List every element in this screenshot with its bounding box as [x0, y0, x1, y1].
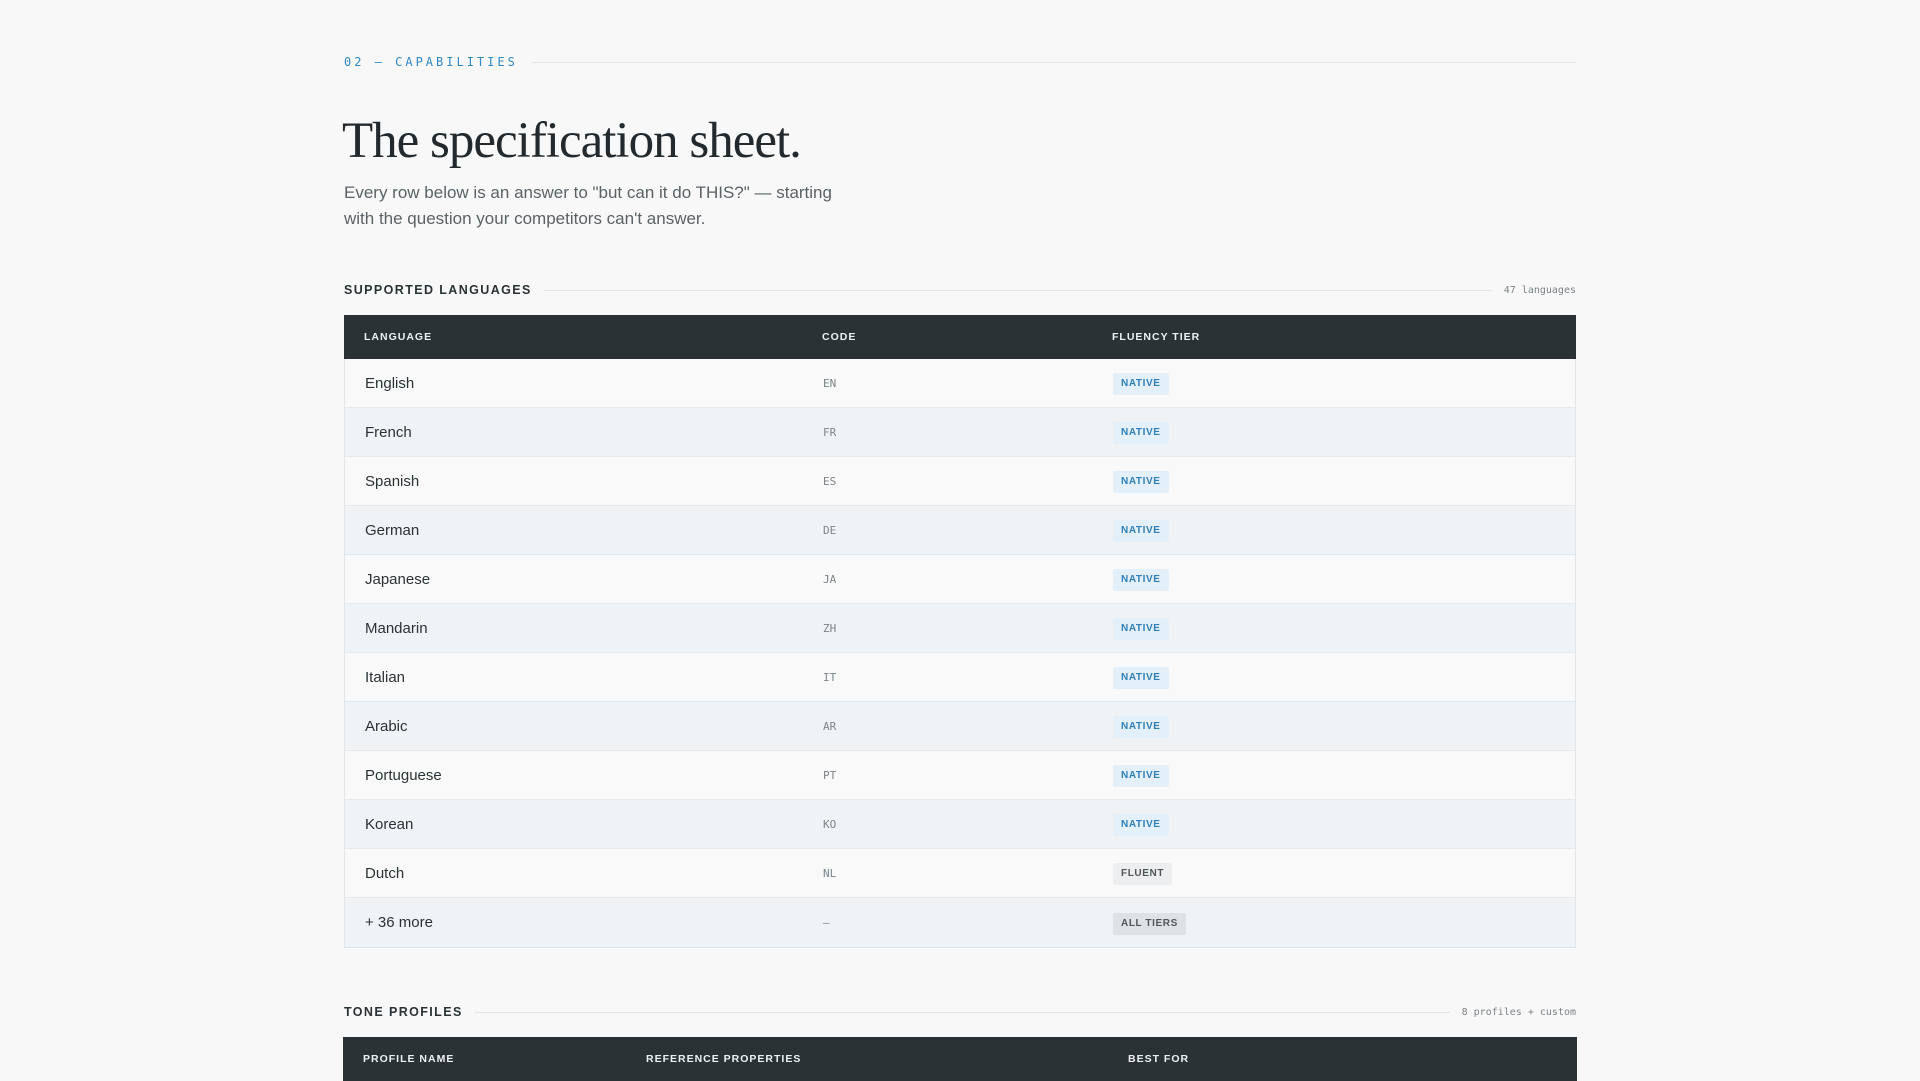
- fluency-tier-badge: NATIVE: [1113, 422, 1169, 444]
- table-row: Korean KO NATIVE: [345, 800, 1575, 849]
- column-header-fluency-tier: FLUENCY TIER: [1112, 331, 1201, 343]
- fluency-tier-badge: NATIVE: [1113, 520, 1169, 542]
- table-row: French FR NATIVE: [345, 408, 1575, 457]
- fluency-tier-cell: NATIVE: [1113, 763, 1169, 787]
- fluency-tier-cell: NATIVE: [1113, 665, 1169, 689]
- table-row: Portuguese PT NATIVE: [345, 751, 1575, 800]
- table-row: Mandarin ZH NATIVE: [345, 604, 1575, 653]
- languages-table: LANGUAGE CODE FLUENCY TIER English EN NATI…: [344, 315, 1576, 948]
- fluency-tier-badge: FLUENT: [1113, 863, 1173, 885]
- fluency-tier-badge: NATIVE: [1113, 569, 1169, 591]
- column-header-code: CODE: [822, 331, 857, 343]
- fluency-tier-badge: NATIVE: [1113, 618, 1169, 640]
- tones-count: 8 profiles + custom: [1461, 1006, 1576, 1018]
- language-name: Portuguese: [365, 766, 442, 784]
- table-row: Italian IT NATIVE: [345, 653, 1575, 702]
- language-code: NL: [823, 866, 837, 880]
- language-code: AR: [823, 719, 837, 733]
- languages-table-header: LANGUAGE CODE FLUENCY TIER: [344, 315, 1576, 359]
- fluency-tier-cell: NATIVE: [1113, 567, 1169, 591]
- column-header-profile-name: PROFILE NAME: [363, 1053, 455, 1065]
- page-lede: Every row below is an answer to "but can…: [344, 183, 832, 228]
- section-eyebrow: 02 — CAPABILITIES: [344, 55, 518, 69]
- language-code: IT: [823, 670, 837, 684]
- column-header-best-for: BEST FOR: [1128, 1053, 1190, 1065]
- language-code: ES: [823, 474, 837, 488]
- fluency-tier-cell: FLUENT: [1113, 861, 1173, 885]
- fluency-tier-badge: NATIVE: [1113, 667, 1169, 689]
- language-code: JA: [823, 572, 837, 586]
- languages-table-body: English EN NATIVE French FR NATIVE Spanish ES NA…: [345, 359, 1575, 947]
- fluency-tier-cell: NATIVE: [1113, 714, 1169, 738]
- language-code: ZH: [823, 621, 837, 635]
- language-name: German: [365, 521, 420, 539]
- fluency-tier-badge: NATIVE: [1113, 373, 1169, 395]
- table-row: + 36 more — ALL TIERS: [345, 898, 1575, 947]
- tones-section-header: TONE PROFILES 8 profiles + custom: [344, 1002, 1576, 1022]
- fluency-tier-badge: NATIVE: [1113, 814, 1169, 836]
- language-name: + 36 more: [365, 914, 433, 931]
- fluency-tier-badge: NATIVE: [1113, 471, 1169, 493]
- fluency-tier-cell: NATIVE: [1113, 469, 1169, 493]
- language-name: Japanese: [365, 570, 431, 588]
- language-name: Mandarin: [365, 619, 428, 637]
- fluency-tier-cell: ALL TIERS: [1113, 911, 1186, 935]
- fluency-tier-cell: NATIVE: [1113, 371, 1169, 395]
- fluency-tier-cell: NATIVE: [1113, 616, 1169, 640]
- table-row: Dutch NL FLUENT: [345, 849, 1575, 898]
- page-title: The specification sheet.: [342, 113, 802, 169]
- fluency-tier-badge: NATIVE: [1113, 765, 1169, 787]
- language-name: English: [365, 374, 415, 392]
- fluency-tier-badge: NATIVE: [1113, 716, 1169, 738]
- languages-section-divider: [543, 289, 1492, 291]
- language-name: Dutch: [365, 864, 405, 882]
- language-name: Italian: [365, 668, 406, 686]
- table-row: Arabic AR NATIVE: [345, 702, 1575, 751]
- tones-table: PROFILE NAME REFERENCE PROPERTIES BEST F…: [343, 1037, 1577, 1081]
- column-header-reference-properties: REFERENCE PROPERTIES: [646, 1053, 802, 1065]
- language-code: FR: [823, 425, 837, 439]
- table-row: Japanese JA NATIVE: [345, 555, 1575, 604]
- table-row: English EN NATIVE: [345, 359, 1575, 408]
- language-code: KO: [823, 817, 837, 831]
- language-name: Korean: [365, 815, 414, 833]
- language-code: PT: [823, 768, 837, 782]
- fluency-tier-cell: NATIVE: [1113, 420, 1169, 444]
- tones-section-label: TONE PROFILES: [344, 1005, 463, 1019]
- tones-section-divider: [474, 1011, 1450, 1013]
- language-name: French: [365, 423, 412, 441]
- eyebrow-divider: [531, 61, 1576, 63]
- fluency-tier-badge: ALL TIERS: [1113, 912, 1186, 935]
- section-eyebrow-row: 02 — CAPABILITIES: [344, 52, 1576, 72]
- language-code: —: [823, 916, 830, 929]
- table-row: Spanish ES NATIVE: [345, 457, 1575, 506]
- table-row: German DE NATIVE: [345, 506, 1575, 555]
- languages-section-header: SUPPORTED LANGUAGES 47 languages: [344, 280, 1576, 300]
- language-code: EN: [823, 376, 837, 390]
- language-name: Spanish: [365, 472, 420, 490]
- language-name: Arabic: [365, 717, 408, 735]
- languages-section-label: SUPPORTED LANGUAGES: [344, 283, 532, 297]
- languages-count: 47 languages: [1503, 284, 1576, 296]
- language-code: DE: [823, 523, 837, 537]
- tones-table-header: PROFILE NAME REFERENCE PROPERTIES BEST F…: [343, 1037, 1577, 1081]
- column-header-language: LANGUAGE: [364, 331, 433, 343]
- fluency-tier-cell: NATIVE: [1113, 518, 1169, 542]
- fluency-tier-cell: NATIVE: [1113, 812, 1169, 836]
